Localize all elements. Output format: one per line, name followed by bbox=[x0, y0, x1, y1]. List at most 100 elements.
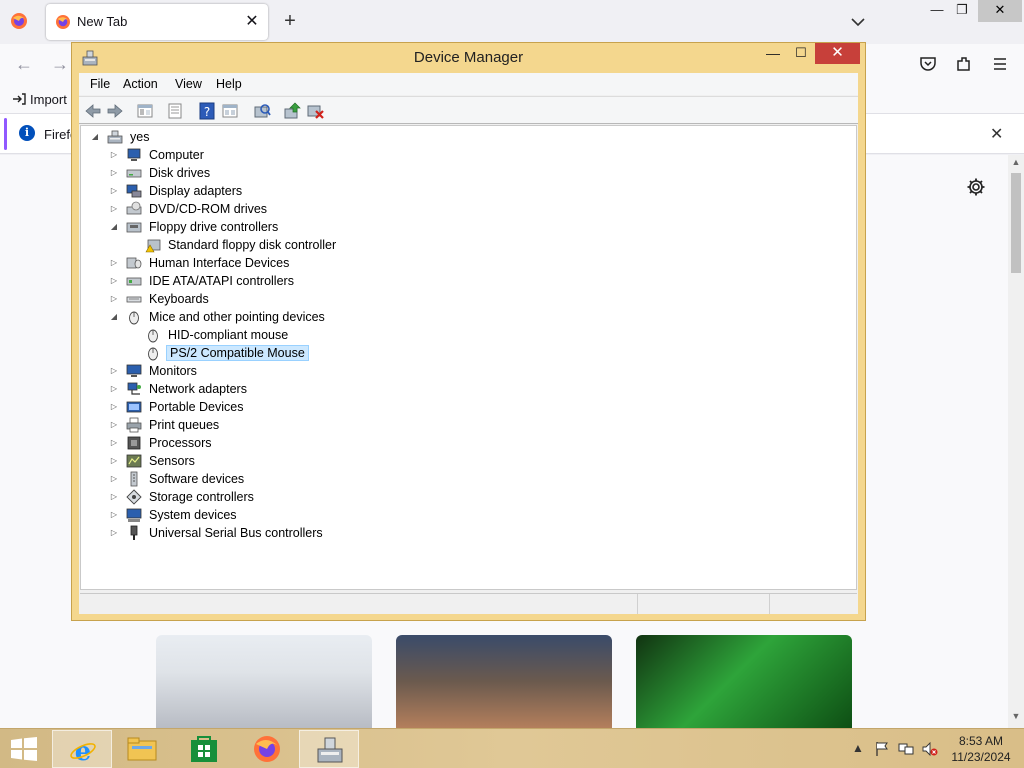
back-icon[interactable] bbox=[83, 101, 103, 121]
tree-item-computer[interactable]: ▷ Computer bbox=[108, 146, 206, 164]
menu-icon[interactable] bbox=[990, 54, 1010, 74]
tree-item-network[interactable]: ▷ Network adapters bbox=[108, 380, 249, 398]
page-scrollbar[interactable]: ▲ ▼ bbox=[1008, 155, 1024, 728]
story-card[interactable] bbox=[636, 635, 852, 728]
flag-icon[interactable] bbox=[874, 741, 890, 757]
tree-item-floppy-controllers[interactable]: ◢ Floppy drive controllers bbox=[108, 218, 280, 236]
expand-arrow-icon[interactable]: ▷ bbox=[108, 167, 120, 179]
dm-close-button[interactable]: ✕ bbox=[815, 43, 860, 64]
network-icon[interactable] bbox=[898, 741, 914, 757]
device-manager-titlebar[interactable]: Device Manager — ☐ ✕ bbox=[72, 43, 865, 73]
tree-item-system-devices[interactable]: ▷ System devices bbox=[108, 506, 239, 524]
tree-item-sensors[interactable]: ▷ Sensors bbox=[108, 452, 197, 470]
tree-item-monitors[interactable]: ▷ Monitors bbox=[108, 362, 199, 380]
forward-icon[interactable] bbox=[105, 101, 125, 121]
menu-action[interactable]: Action bbox=[123, 77, 158, 91]
tree-root-label: yes bbox=[130, 130, 150, 144]
scan-hardware-icon[interactable] bbox=[252, 101, 272, 121]
tree-item-keyboards[interactable]: ▷ Keyboards bbox=[108, 290, 211, 308]
tree-item-print-queues[interactable]: ▷ Print queues bbox=[108, 416, 221, 434]
extensions-icon[interactable] bbox=[954, 54, 974, 74]
expand-arrow-icon[interactable]: ▷ bbox=[108, 257, 120, 269]
tree-item-portable[interactable]: ▷ Portable Devices bbox=[108, 398, 246, 416]
firefox-icon[interactable] bbox=[10, 12, 28, 30]
expand-arrow-icon[interactable]: ▷ bbox=[108, 437, 120, 449]
taskbar-internet-explorer[interactable]: e bbox=[52, 730, 112, 768]
expand-arrow-icon[interactable]: ▷ bbox=[108, 383, 120, 395]
tree-item-dvd-drives[interactable]: ▷ DVD/CD-ROM drives bbox=[108, 200, 269, 218]
taskbar-device-manager[interactable] bbox=[299, 730, 359, 768]
back-button[interactable]: ← bbox=[12, 52, 36, 76]
scroll-down-arrow[interactable]: ▼ bbox=[1008, 711, 1024, 725]
expand-arrow-icon[interactable]: ▷ bbox=[108, 203, 120, 215]
properties-icon[interactable] bbox=[165, 101, 185, 121]
tree-child-floppy-controller[interactable]: Standard floppy disk controller bbox=[127, 236, 338, 254]
expand-arrow-icon[interactable]: ▷ bbox=[108, 293, 120, 305]
tree-item-software-devices[interactable]: ▷ Software devices bbox=[108, 470, 246, 488]
window-title: Device Manager bbox=[413, 49, 524, 66]
tree-item-processors[interactable]: ▷ Processors bbox=[108, 434, 214, 452]
expand-arrow-icon[interactable]: ▷ bbox=[108, 455, 120, 467]
scroll-thumb[interactable] bbox=[1011, 173, 1021, 273]
menu-file[interactable]: File bbox=[90, 77, 110, 91]
story-card[interactable] bbox=[396, 635, 612, 728]
clock-time[interactable]: 8:53 AM bbox=[950, 734, 1012, 748]
notification-accent bbox=[4, 118, 7, 150]
expand-arrow-icon[interactable]: ▷ bbox=[108, 491, 120, 503]
windows-start-icon[interactable] bbox=[10, 737, 38, 761]
story-card[interactable] bbox=[156, 635, 372, 728]
taskbar-firefox[interactable] bbox=[238, 730, 298, 768]
dm-minimize-button[interactable]: — bbox=[760, 45, 786, 65]
tree-item-ide[interactable]: ▷ IDE ATA/ATAPI controllers bbox=[108, 272, 296, 290]
collapse-arrow-icon[interactable]: ◢ bbox=[89, 131, 101, 143]
show-hide-tree-icon[interactable] bbox=[135, 101, 155, 121]
volume-muted-icon[interactable] bbox=[922, 741, 938, 757]
gear-icon[interactable] bbox=[966, 177, 986, 197]
tree-item-hid[interactable]: ▷ Human Interface Devices bbox=[108, 254, 291, 272]
clock-date[interactable]: 11/23/2024 bbox=[950, 750, 1012, 764]
expand-arrow-icon[interactable]: ▷ bbox=[108, 401, 120, 413]
expand-arrow-icon[interactable]: ▷ bbox=[108, 527, 120, 539]
tree-child-ps2-mouse[interactable]: PS/2 Compatible Mouse bbox=[127, 344, 309, 362]
taskbar-file-explorer[interactable] bbox=[112, 730, 172, 768]
pocket-icon[interactable] bbox=[918, 54, 938, 74]
tree-child-hid-mouse[interactable]: HID-compliant mouse bbox=[127, 326, 290, 344]
notification-close-button[interactable]: ✕ bbox=[990, 124, 1003, 144]
import-bookmarks-button[interactable]: Import bbox=[12, 92, 67, 107]
uninstall-icon[interactable] bbox=[305, 101, 325, 121]
view-icon[interactable] bbox=[220, 101, 240, 121]
tree-item-label: Keyboards bbox=[149, 292, 209, 306]
collapse-arrow-icon[interactable]: ◢ bbox=[108, 221, 120, 233]
tab-new-tab[interactable]: New Tab ✕ bbox=[46, 4, 268, 40]
tray-overflow-chevron[interactable]: ▲ bbox=[850, 741, 866, 757]
tree-item-mice[interactable]: ◢ Mice and other pointing devices bbox=[108, 308, 327, 326]
tree-item-usb-controllers[interactable]: ▷ Universal Serial Bus controllers bbox=[108, 524, 325, 542]
collapse-arrow-icon[interactable]: ◢ bbox=[108, 311, 120, 323]
new-tab-button[interactable]: + bbox=[278, 10, 302, 34]
tree-item-disk-drives[interactable]: ▷ Disk drives bbox=[108, 164, 212, 182]
chevron-down-icon[interactable] bbox=[846, 12, 870, 32]
device-tree[interactable]: ◢ yes ▷ Computer ▷ Disk drives ▷ Display… bbox=[80, 125, 857, 590]
expand-arrow-icon[interactable]: ▷ bbox=[108, 275, 120, 287]
expand-arrow-icon[interactable]: ▷ bbox=[108, 149, 120, 161]
tree-item-display-adapters[interactable]: ▷ Display adapters bbox=[108, 182, 244, 200]
forward-button[interactable]: → bbox=[48, 52, 72, 76]
tree-item-storage-controllers[interactable]: ▷ Storage controllers bbox=[108, 488, 256, 506]
update-driver-icon[interactable] bbox=[282, 101, 302, 121]
expand-arrow-icon[interactable]: ▷ bbox=[108, 473, 120, 485]
expand-arrow-icon[interactable]: ▷ bbox=[108, 509, 120, 521]
expand-arrow-icon[interactable]: ▷ bbox=[108, 185, 120, 197]
help-icon[interactable]: ? bbox=[197, 101, 217, 121]
software-device-icon bbox=[130, 471, 138, 487]
close-button[interactable]: ✕ bbox=[978, 0, 1022, 22]
menu-view[interactable]: View bbox=[175, 77, 202, 91]
tab-close-button[interactable]: ✕ bbox=[242, 12, 262, 32]
dm-maximize-button[interactable]: ☐ bbox=[788, 45, 814, 65]
scroll-up-arrow[interactable]: ▲ bbox=[1008, 157, 1024, 171]
expand-arrow-icon[interactable]: ▷ bbox=[108, 419, 120, 431]
expand-arrow-icon[interactable]: ▷ bbox=[108, 365, 120, 377]
menu-help[interactable]: Help bbox=[216, 77, 242, 91]
tree-root[interactable]: ◢ yes bbox=[89, 128, 151, 146]
maximize-button[interactable]: ❐ bbox=[945, 0, 979, 22]
taskbar-store[interactable] bbox=[175, 730, 235, 768]
